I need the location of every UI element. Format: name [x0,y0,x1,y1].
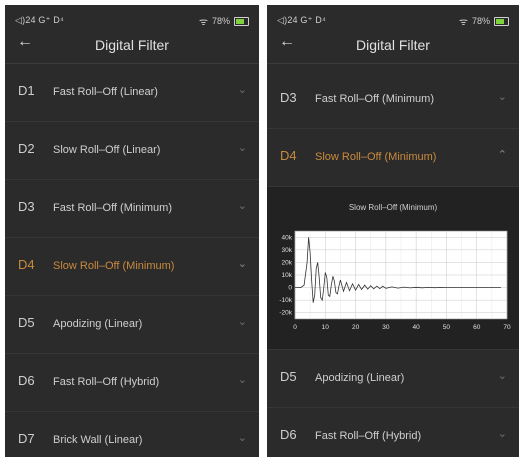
status-indicators: ◁)24 G⁺ D⁴ [277,15,327,25]
filter-label: Slow Roll–Off (Minimum) [53,260,175,272]
phone-screen-left: ◁)24 G⁺ D⁴ ᯤ 78% ← Digital Filter D1 Fast… [5,5,259,457]
y-tick-label: -10k [279,297,292,304]
filter-label: Brick Wall (Linear) [53,434,143,446]
wifi-icon: ᯤ [198,17,208,28]
chevron-down-icon[interactable]: ⌄ [498,90,507,103]
title-bar: ← Digital Filter [5,31,259,64]
y-tick-label: 20k [282,259,293,266]
chevron-up-icon[interactable]: ⌃ [498,148,507,161]
x-tick-label: 20 [352,324,360,331]
filter-list-top: D3 Fast Roll–Off (Minimum) ⌄ D4 Slow Roll–Of… [267,71,519,187]
filter-label: Fast Roll–Off (Minimum) [315,93,434,105]
x-tick-label: 10 [322,324,330,331]
filter-label: Apodizing (Linear) [315,372,405,384]
filter-item-d6[interactable]: D6 Fast Roll–Off (Hybrid) ⌄ [5,354,259,412]
battery-icon [494,16,509,26]
filter-item-d4[interactable]: D4 Slow Roll–Off (Minimum) ⌄ [5,238,259,296]
chevron-down-icon[interactable]: ⌄ [238,431,247,444]
filter-label: Fast Roll–Off (Linear) [53,86,158,98]
chevron-down-icon[interactable]: ⌄ [238,199,247,212]
x-tick-label: 60 [473,324,481,331]
filter-code: D4 [18,257,35,272]
chevron-down-icon[interactable]: ⌄ [238,83,247,96]
chevron-down-icon[interactable]: ⌄ [238,257,247,270]
battery-icon [234,16,249,26]
filter-item-d5[interactable]: D5 Apodizing (Linear) ⌄ [5,296,259,354]
status-right: ᯤ 78% [199,14,249,28]
filter-list: D1 Fast Roll–Off (Linear) ⌄ D2 Slow Roll–Off… [5,64,259,457]
filter-label: Fast Roll–Off (Minimum) [53,202,172,214]
filter-code: D2 [18,141,35,156]
status-indicators: ◁)24 G⁺ D⁴ [15,15,65,25]
y-tick-label: 30k [282,247,293,254]
filter-code: D3 [280,90,297,105]
y-tick-label: -20k [279,310,292,317]
x-tick-label: 40 [413,324,421,331]
chevron-down-icon[interactable]: ⌄ [238,141,247,154]
filter-list-bottom: D5 Apodizing (Linear) ⌄ D6 Fast Roll–Off (Hy… [267,350,519,457]
x-tick-label: 70 [503,324,511,331]
y-tick-label: 0 [288,285,292,292]
impulse-response-chart: 0 10 20 30 40 50 60 70 40k 30k 20k 10k 0 -10k -20k [279,230,511,331]
status-bar: ◁)24 G⁺ D⁴ ᯤ 78% [5,5,259,31]
wifi-icon: ᯤ [458,17,468,28]
filter-item-d1[interactable]: D1 Fast Roll–Off (Linear) ⌄ [5,64,259,122]
filter-code: D5 [18,315,35,330]
filter-item-d2[interactable]: D2 Slow Roll–Off (Linear) ⌄ [5,122,259,180]
chevron-down-icon[interactable]: ⌄ [238,315,247,328]
filter-label: Slow Roll–Off (Minimum) [315,151,437,163]
filter-label: Apodizing (Linear) [53,318,143,330]
filter-item-d3[interactable]: D3 Fast Roll–Off (Minimum) ⌄ [5,180,259,238]
x-tick-label: 50 [443,324,451,331]
battery-percent: 78% [211,16,230,26]
filter-item-d4[interactable]: D4 Slow Roll–Off (Minimum) ⌃ [267,129,519,187]
battery-percent: 78% [471,16,490,26]
filter-item-d5[interactable]: D5 Apodizing (Linear) ⌄ [267,350,519,408]
filter-code: D4 [280,148,297,163]
y-tick-label: 40k [282,234,293,241]
filter-code: D6 [18,373,35,388]
x-tick-label: 30 [382,324,390,331]
page-title: Digital Filter [356,37,430,53]
filter-code: D6 [280,427,297,442]
status-bar: ◁)24 G⁺ D⁴ ᯤ 78% [267,5,519,31]
page-title: Digital Filter [95,37,169,53]
phone-screen-right: ◁)24 G⁺ D⁴ ᯤ 78% ← Digital Filter D3 Fast… [267,5,519,457]
filter-label: Fast Roll–Off (Hybrid) [315,430,422,442]
filter-item-d7[interactable]: D7 Brick Wall (Linear) ⌄ [5,412,259,457]
chevron-down-icon[interactable]: ⌄ [498,369,507,382]
filter-item-d6[interactable]: D6 Fast Roll–Off (Hybrid) ⌄ [267,408,519,457]
filter-label: Fast Roll–Off (Hybrid) [53,376,160,388]
status-right: ᯤ 78% [459,14,509,28]
chevron-down-icon[interactable]: ⌄ [498,427,507,440]
filter-list: D3 Fast Roll–Off (Minimum) ⌄ D4 Slow Roll–Of… [267,71,519,457]
title-bar: ← Digital Filter [267,31,519,64]
chevron-down-icon[interactable]: ⌄ [238,373,247,386]
filter-code: D3 [18,199,35,214]
filter-code: D7 [18,431,35,446]
filter-code: D1 [18,83,35,98]
y-tick-label: 10k [282,272,293,279]
filter-item-d3[interactable]: D3 Fast Roll–Off (Minimum) ⌄ [267,71,519,129]
filter-response-chart-panel: Slow Roll–Off (Minimum) 0 10 20 30 40 50 60 70 4… [267,187,519,350]
x-tick-label: 0 [293,324,297,331]
filter-code: D5 [280,369,297,384]
filter-label: Slow Roll–Off (Linear) [53,144,161,156]
